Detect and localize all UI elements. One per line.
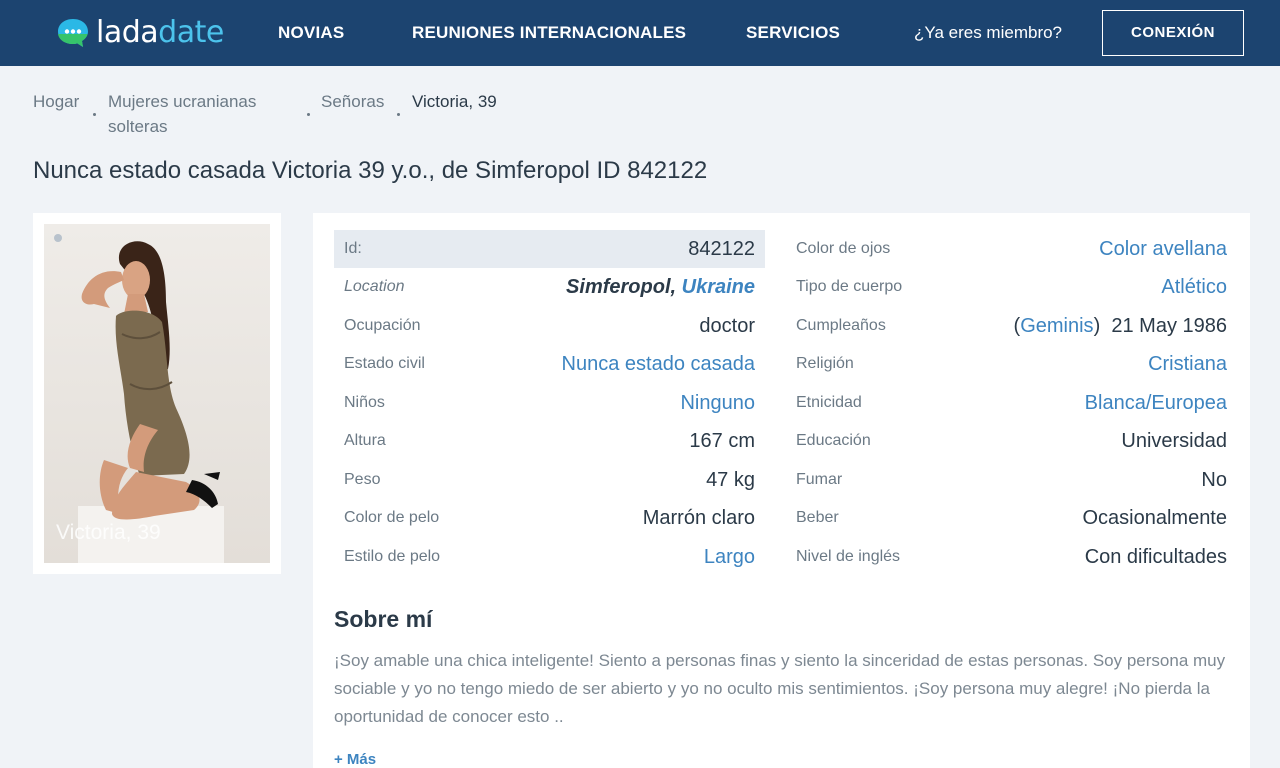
detail-value-link[interactable]: Cristiana bbox=[1148, 345, 1227, 383]
detail-row-smoking: Fumar No bbox=[786, 461, 1237, 499]
photo-caption: Victoria, 39 bbox=[56, 521, 161, 544]
detail-row-english-level: Nivel de inglés Con dificultades bbox=[786, 538, 1237, 576]
detail-row-weight: Peso 47 kg bbox=[334, 461, 765, 499]
detail-row-hair-color: Color de pelo Marrón claro bbox=[334, 499, 765, 537]
detail-label: Cumpleaños bbox=[796, 317, 886, 334]
detail-value: Simferopol, Ukraine bbox=[566, 268, 755, 306]
breadcrumb-ladies[interactable]: Señoras bbox=[321, 89, 384, 114]
detail-label: Religión bbox=[796, 355, 854, 372]
detail-label: Estado civil bbox=[344, 355, 425, 372]
detail-value: Universidad bbox=[1121, 430, 1227, 452]
detail-value: 842122 bbox=[688, 238, 755, 260]
detail-row-location: Location Simferopol, Ukraine bbox=[334, 268, 765, 306]
about-text: ¡Soy amable una chica inteligente! Sient… bbox=[334, 651, 1226, 726]
detail-label: Color de pelo bbox=[344, 509, 440, 526]
detail-row-occupation: Ocupación doctor bbox=[334, 307, 765, 345]
page-title: Nunca estado casada Victoria 39 y.o., de… bbox=[33, 157, 708, 184]
nav-servicios[interactable]: SERVICIOS bbox=[746, 0, 840, 66]
detail-label: Location bbox=[344, 278, 405, 295]
zodiac-link[interactable]: Geminis bbox=[1020, 315, 1093, 337]
detail-row-marital-status: Estado civil Nunca estado casada bbox=[334, 345, 765, 383]
detail-value-link[interactable]: Largo bbox=[704, 538, 755, 576]
detail-value-link[interactable]: Blanca/Europea bbox=[1085, 384, 1227, 422]
detail-row-drinking: Beber Ocasionalmente bbox=[786, 499, 1237, 537]
breadcrumb-separator bbox=[307, 113, 310, 116]
chat-bubble-logo-icon bbox=[56, 16, 90, 50]
location-country-link[interactable]: Ukraine bbox=[682, 276, 755, 298]
detail-value: Marrón claro bbox=[642, 507, 755, 529]
detail-value: doctor bbox=[699, 315, 755, 337]
detail-label: Estilo de pelo bbox=[344, 548, 441, 565]
detail-label: Nivel de inglés bbox=[796, 548, 901, 565]
detail-row-height: Altura 167 cm bbox=[334, 422, 765, 460]
detail-value: 47 kg bbox=[706, 469, 755, 491]
detail-row-ethnicity: Etnicidad Blanca/Europea bbox=[786, 384, 1237, 422]
breadcrumb-ukrainian-women-line2[interactable]: solteras bbox=[108, 114, 168, 139]
breadcrumb-separator bbox=[93, 113, 96, 116]
detail-label: Beber bbox=[796, 509, 839, 526]
detail-row-eye-color: Color de ojos Color avellana bbox=[786, 230, 1237, 268]
detail-label: Fumar bbox=[796, 471, 843, 488]
detail-value: 167 cm bbox=[689, 430, 755, 452]
location-city: Simferopol, bbox=[566, 276, 677, 298]
detail-row-birthday: Cumpleaños (Geminis) 21 May 1986 bbox=[786, 307, 1237, 345]
detail-value-link[interactable]: Atlético bbox=[1161, 268, 1227, 306]
detail-value-link[interactable]: Ninguno bbox=[680, 384, 755, 422]
detail-value-link[interactable]: Color avellana bbox=[1099, 230, 1227, 268]
detail-label: Id: bbox=[344, 240, 362, 257]
breadcrumb-home[interactable]: Hogar bbox=[33, 89, 79, 114]
detail-label: Niños bbox=[344, 394, 385, 411]
breadcrumb-ukrainian-women[interactable]: Mujeres ucranianas bbox=[108, 89, 256, 114]
detail-value-link[interactable]: Nunca estado casada bbox=[562, 345, 755, 383]
detail-label: Tipo de cuerpo bbox=[796, 278, 903, 295]
detail-row-religion: Religión Cristiana bbox=[786, 345, 1237, 383]
login-button[interactable]: CONEXIÓN bbox=[1102, 10, 1244, 56]
detail-value: Ocasionalmente bbox=[1082, 507, 1227, 529]
nav-reuniones-internacionales[interactable]: REUNIONES INTERNACIONALES bbox=[412, 0, 686, 66]
detail-value: Con dificultades bbox=[1084, 546, 1227, 568]
detail-label: Peso bbox=[344, 471, 381, 488]
detail-label: Altura bbox=[344, 432, 386, 449]
breadcrumb-current: Victoria, 39 bbox=[412, 92, 497, 111]
profile-details-card: Id: 842122 Location Simferopol, Ukraine … bbox=[313, 213, 1250, 768]
detail-label: Ocupación bbox=[344, 317, 421, 334]
profile-photo-image bbox=[44, 224, 270, 563]
logo[interactable]: ladadate bbox=[56, 14, 224, 52]
logo-text: ladadate bbox=[96, 15, 224, 50]
member-prompt: ¿Ya eres miembro? bbox=[914, 23, 1063, 42]
more-link[interactable]: + Más bbox=[334, 751, 376, 768]
detail-row-hair-style: Estilo de pelo Largo bbox=[334, 538, 765, 576]
detail-row-id: Id: 842122 bbox=[334, 230, 765, 268]
birth-date: 21 May 1986 bbox=[1111, 315, 1227, 337]
detail-row-children: Niños Ninguno bbox=[334, 384, 765, 422]
detail-value: (Geminis) 21 May 1986 bbox=[1013, 315, 1227, 337]
breadcrumb-separator bbox=[397, 113, 400, 116]
detail-label: Educación bbox=[796, 432, 871, 449]
detail-label: Etnicidad bbox=[796, 394, 862, 411]
detail-row-education: Educación Universidad bbox=[786, 422, 1237, 460]
photo-indicator-dot-icon[interactable] bbox=[54, 234, 62, 242]
about-title: Sobre mí bbox=[334, 606, 433, 632]
nav-novias[interactable]: NOVIAS bbox=[278, 0, 344, 66]
top-header: ladadate NOVIAS REUNIONES INTERNACIONALE… bbox=[0, 0, 1280, 66]
detail-label: Color de ojos bbox=[796, 240, 891, 257]
profile-photo[interactable]: Victoria, 39 bbox=[44, 224, 270, 563]
detail-row-body-type: Tipo de cuerpo Atlético bbox=[786, 268, 1237, 306]
profile-photo-card: Victoria, 39 bbox=[33, 213, 281, 574]
detail-value: No bbox=[1201, 469, 1227, 491]
